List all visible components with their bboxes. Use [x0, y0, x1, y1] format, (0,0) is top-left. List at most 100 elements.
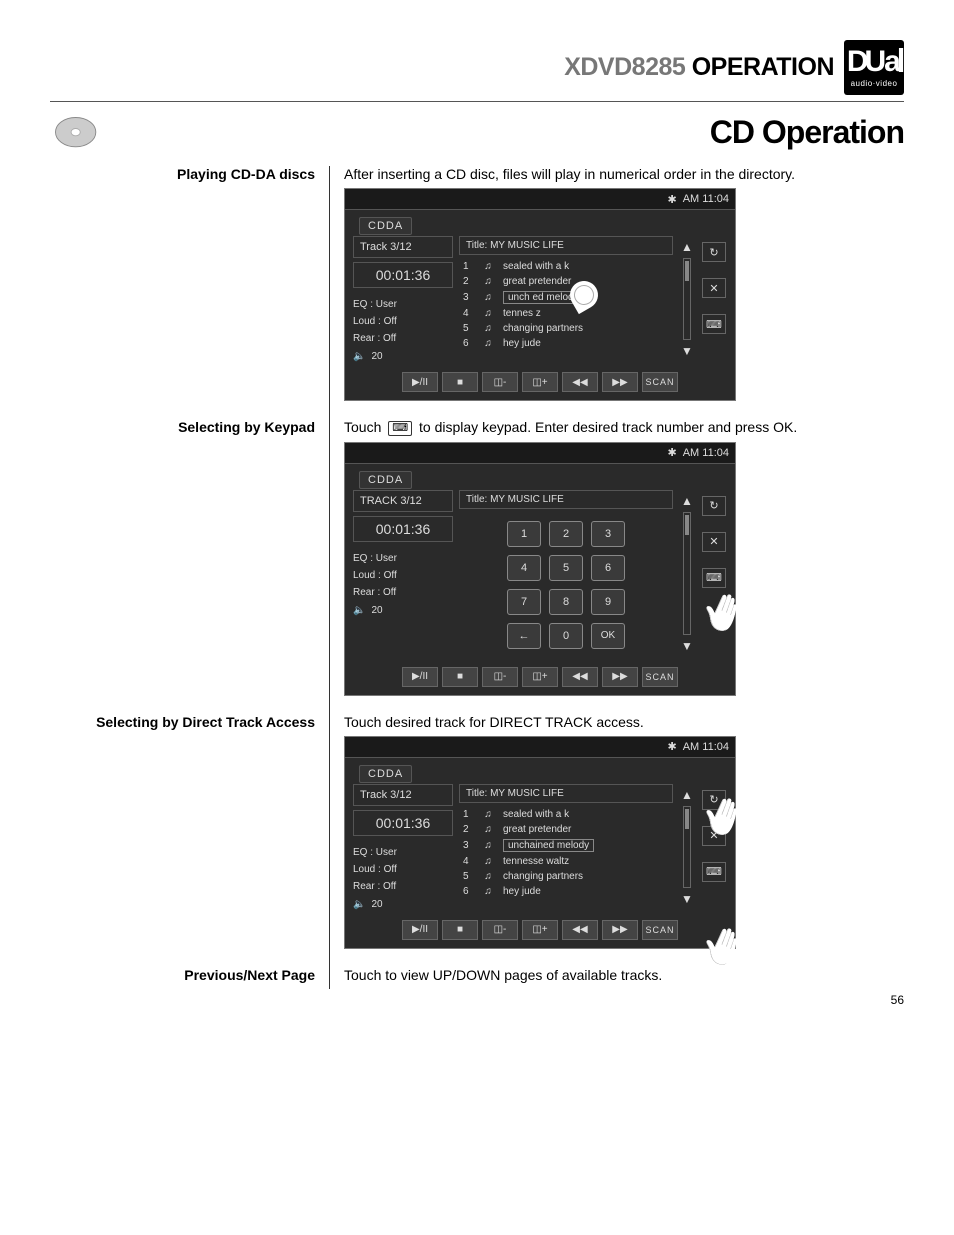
- scan-button[interactable]: SCAN: [642, 920, 678, 940]
- row-label-keypad: Selecting by Keypad: [178, 419, 315, 435]
- note-icon: ♫: [481, 809, 495, 820]
- track-row[interactable]: 5♫changing partners: [459, 869, 673, 884]
- loud-setting: Loud : Off: [353, 861, 453, 878]
- up-arrow-icon[interactable]: ▲: [681, 494, 693, 508]
- next-button[interactable]: ▶▶: [602, 920, 638, 940]
- track-number: 5: [463, 323, 473, 334]
- scan-button[interactable]: SCAN: [642, 667, 678, 687]
- folder-down-button[interactable]: ◫-: [482, 667, 518, 687]
- mode-badge: CDDA: [359, 217, 412, 235]
- up-arrow-icon[interactable]: ▲: [681, 240, 693, 254]
- keypad-1[interactable]: 1: [507, 521, 541, 547]
- play-pause-button[interactable]: ▶/II: [402, 372, 438, 392]
- clock: AM 11:04: [683, 193, 729, 205]
- eq-setting: EQ : User: [353, 296, 453, 313]
- track-row[interactable]: 5♫changing partners: [459, 321, 673, 336]
- cd-disc-icon: [50, 112, 105, 152]
- track-row[interactable]: 6♫hey jude: [459, 884, 673, 899]
- play-pause-button[interactable]: ▶/II: [402, 667, 438, 687]
- track-row[interactable]: 3♫unch ed melody: [459, 289, 673, 306]
- shuffle-icon[interactable]: ✕: [702, 532, 726, 552]
- prev-button[interactable]: ◀◀: [562, 372, 598, 392]
- elapsed-time: 00:01:36: [353, 810, 453, 836]
- track-name: changing partners: [503, 323, 583, 334]
- keypad-2[interactable]: 2: [549, 521, 583, 547]
- elapsed-time: 00:01:36: [353, 516, 453, 542]
- folder-down-button[interactable]: ◫-: [482, 920, 518, 940]
- track-name: hey jude: [503, 338, 541, 349]
- track-name: tennes z: [503, 308, 541, 319]
- scroll-bar[interactable]: ▲▼: [679, 784, 695, 910]
- keypad-ok[interactable]: OK: [591, 623, 625, 649]
- down-arrow-icon[interactable]: ▼: [681, 892, 693, 906]
- down-arrow-icon[interactable]: ▼: [681, 344, 693, 358]
- keypad-0[interactable]: 0: [549, 623, 583, 649]
- folder-down-button[interactable]: ◫-: [482, 372, 518, 392]
- stop-button[interactable]: ■: [442, 920, 478, 940]
- folder-up-button[interactable]: ◫+: [522, 920, 558, 940]
- stop-button[interactable]: ■: [442, 667, 478, 687]
- volume-value: 20: [371, 899, 382, 910]
- repeat-icon[interactable]: ↻: [702, 242, 726, 262]
- track-row[interactable]: 1♫sealed with a k: [459, 807, 673, 822]
- keypad-8[interactable]: 8: [549, 589, 583, 615]
- keypad-9[interactable]: 9: [591, 589, 625, 615]
- note-icon: ♫: [481, 824, 495, 835]
- keypad-4[interactable]: 4: [507, 555, 541, 581]
- keypad-icon[interactable]: ⌨: [702, 314, 726, 334]
- folder-up-button[interactable]: ◫+: [522, 372, 558, 392]
- scroll-bar[interactable]: ▲▼: [679, 236, 695, 362]
- keypad-5[interactable]: 5: [549, 555, 583, 581]
- note-icon: ♫: [481, 840, 495, 851]
- shuffle-icon[interactable]: ✕: [702, 278, 726, 298]
- scan-button[interactable]: SCAN: [642, 372, 678, 392]
- track-row[interactable]: 4♫tennesse waltz: [459, 854, 673, 869]
- play-pause-button[interactable]: ▶/II: [402, 920, 438, 940]
- track-row[interactable]: 1♫sealed with a k: [459, 259, 673, 274]
- page-header-title: XDVD8285 OPERATION: [564, 53, 834, 82]
- track-counter: Track 3/12: [353, 784, 453, 806]
- down-arrow-icon[interactable]: ▼: [681, 639, 693, 653]
- next-button[interactable]: ▶▶: [602, 667, 638, 687]
- keypad-3[interactable]: 3: [591, 521, 625, 547]
- track-number: 2: [463, 824, 473, 835]
- scroll-bar[interactable]: ▲▼: [679, 490, 695, 657]
- prev-button[interactable]: ◀◀: [562, 667, 598, 687]
- track-row[interactable]: 3♫unchained melody: [459, 837, 673, 854]
- keypad-back[interactable]: ←: [507, 623, 541, 649]
- row-label-prevnext: Previous/Next Page: [184, 967, 315, 983]
- bluetooth-icon: ✱: [668, 446, 677, 459]
- touch-hand-icon: [711, 797, 745, 837]
- track-counter: Track 3/12: [353, 236, 453, 258]
- row4-description: Touch to view UP/DOWN pages of available…: [344, 967, 904, 983]
- track-number: 6: [463, 338, 473, 349]
- repeat-icon[interactable]: ↻: [702, 496, 726, 516]
- track-row[interactable]: 2♫great pretender: [459, 274, 673, 289]
- note-icon: ♫: [481, 276, 495, 287]
- keypad-icon[interactable]: ⌨: [702, 862, 726, 882]
- track-number: 5: [463, 871, 473, 882]
- disc-title: Title: MY MUSIC LIFE: [459, 784, 673, 803]
- note-icon: ♫: [481, 338, 495, 349]
- row-label-playing: Playing CD-DA discs: [177, 166, 315, 182]
- keypad-7[interactable]: 7: [507, 589, 541, 615]
- track-number: 3: [463, 292, 473, 303]
- keypad-icon[interactable]: ⌨: [702, 568, 726, 588]
- disc-title: Title: MY MUSIC LIFE: [459, 236, 673, 255]
- track-row[interactable]: 4♫tennes z: [459, 306, 673, 321]
- speaker-icon: 🔈: [353, 351, 365, 362]
- folder-up-button[interactable]: ◫+: [522, 667, 558, 687]
- next-button[interactable]: ▶▶: [602, 372, 638, 392]
- track-name: great pretender: [503, 824, 571, 835]
- keypad-6[interactable]: 6: [591, 555, 625, 581]
- track-row[interactable]: 2 ♫ great pretender: [459, 822, 673, 837]
- track-name: changing partners: [503, 871, 583, 882]
- bluetooth-icon: ✱: [668, 193, 677, 206]
- track-number: 3: [463, 840, 473, 851]
- track-number: 1: [463, 261, 473, 272]
- stop-button[interactable]: ■: [442, 372, 478, 392]
- prev-button[interactable]: ◀◀: [562, 920, 598, 940]
- up-arrow-icon[interactable]: ▲: [681, 788, 693, 802]
- track-row[interactable]: 6 ♫ hey jude: [459, 336, 673, 351]
- eq-setting: EQ : User: [353, 550, 453, 567]
